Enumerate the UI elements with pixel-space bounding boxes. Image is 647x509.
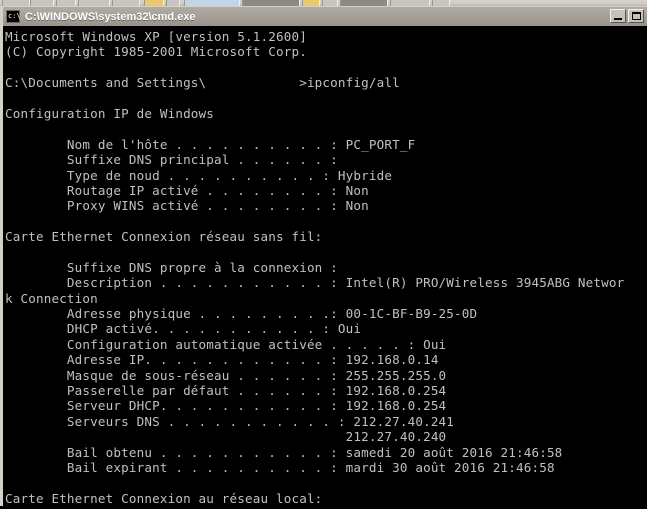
window-title: C:\WINDOWS\system32\cmd.exe — [25, 10, 196, 23]
console-line: Adresse IP. . . . . . . . . . . . : 192.… — [5, 352, 439, 368]
minimize-button[interactable] — [610, 9, 626, 23]
console-line: Microsoft Windows XP [version 5.1.2600] — [5, 29, 307, 44]
console-line: Adresse physique . . . . . . . . .: 00-1… — [5, 306, 478, 322]
console-line: Carte Ethernet Connexion réseau sans fil… — [5, 229, 323, 245]
console-line: Serveur DHCP. . . . . . . . . . . : 192.… — [5, 398, 447, 414]
maximize-button[interactable] — [628, 9, 644, 23]
entered-command: >ipconfig/all — [299, 75, 400, 91]
console-line: C:\Documents and Settings\ >ipconfig/all — [5, 75, 647, 90]
console-line: (C) Copyright 1985-2001 Microsoft Corp. — [5, 44, 307, 60]
console-line: Type de noud . . . . . . . . . . : Hybri… — [5, 167, 393, 183]
console-line: Passerelle par défaut . . . . . . : 192.… — [5, 382, 447, 398]
console-line: Masque de sous-réseau . . . . . . : 255.… — [5, 367, 447, 383]
cmd-console-icon — [6, 10, 21, 23]
console-line: Bail expirant . . . . . . . . . . : mard… — [5, 459, 555, 475]
console-line: Carte Ethernet Connexion au réseau local… — [5, 490, 323, 506]
prompt-path: C:\Documents and Settings\ — [5, 75, 207, 91]
console-line: Bail obtenu . . . . . . . . . . . : same… — [5, 444, 563, 460]
window-controls — [610, 9, 644, 23]
console-line: Suffixe DNS principal . . . . . . : — [5, 152, 338, 168]
cmd-window: C:\WINDOWS\system32\cmd.exe Microsoft Wi… — [0, 6, 647, 509]
console-line: Routage IP activé . . . . . . . . : Non — [5, 182, 369, 198]
console-line: Proxy WINS activé . . . . . . . . : Non — [5, 198, 369, 214]
maximize-icon — [632, 12, 641, 20]
window-title-bar[interactable]: C:\WINDOWS\system32\cmd.exe — [3, 7, 647, 26]
console-line: Serveurs DNS . . . . . . . . . . . : 212… — [5, 413, 455, 429]
console-line: k Connection — [5, 290, 98, 306]
console-output-area[interactable]: Microsoft Windows XP [version 5.1.2600](… — [3, 26, 647, 509]
console-line: Configuration IP de Windows — [5, 105, 215, 121]
minimize-icon — [614, 18, 622, 20]
console-line: Suffixe DNS propre à la connexion : — [5, 259, 338, 275]
console-line: 212.27.40.240 — [5, 429, 447, 445]
console-line: Nom de l'hôte . . . . . . . . . . : PC_P… — [5, 136, 416, 152]
console-line: Description . . . . . . . . . . . : Inte… — [5, 275, 625, 291]
console-line: Configuration automatique activée . . . … — [5, 336, 447, 352]
redacted-username — [206, 75, 299, 90]
console-line: DHCP activé. . . . . . . . . . . : Oui — [5, 321, 362, 337]
